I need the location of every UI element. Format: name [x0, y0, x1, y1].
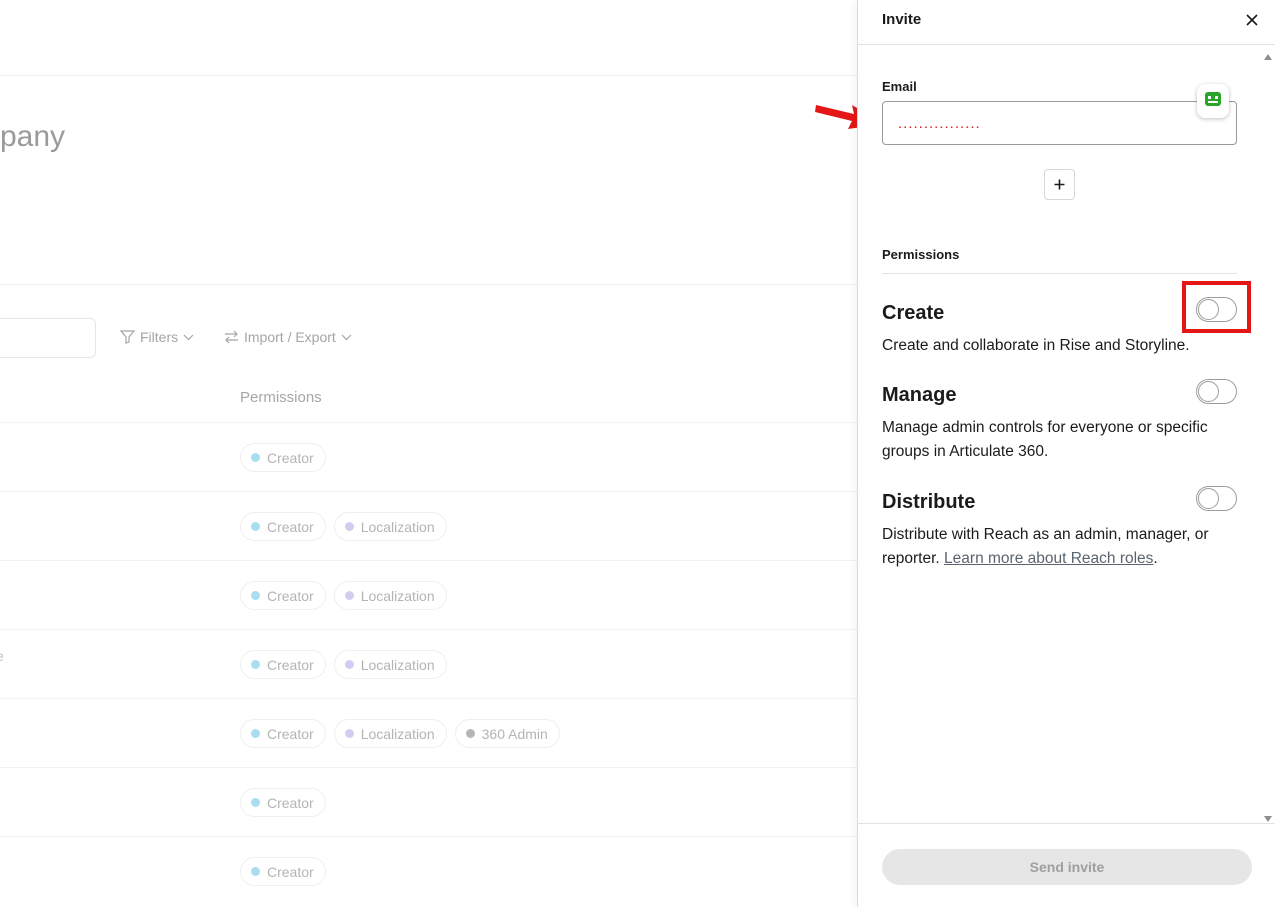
scroll-up-icon: [1263, 48, 1273, 65]
background-page: pany Filters Import / Export Permissions: [0, 0, 857, 907]
send-invite-button[interactable]: Send invite: [882, 849, 1252, 885]
localization-chip: Localization: [333, 581, 447, 610]
email-input[interactable]: [882, 101, 1237, 145]
creator-dot-icon: [251, 660, 260, 669]
highlight-annotation: [1182, 281, 1251, 333]
creator-chip: Creator: [240, 788, 326, 817]
table-row[interactable]: Creator Localization 360 Admin: [0, 698, 857, 767]
creator-dot-icon: [251, 591, 260, 600]
creator-dot-icon: [251, 729, 260, 738]
import-export-label: Import / Export: [244, 329, 336, 345]
localization-dot-icon: [344, 660, 354, 669]
manage-permission-toggle[interactable]: [1196, 379, 1237, 404]
localization-dot-icon: [344, 522, 354, 531]
background-divider: [0, 284, 857, 285]
filters-button[interactable]: Filters: [120, 329, 194, 345]
localization-chip: Localization: [333, 719, 447, 748]
table-row[interactable]: Creator: [0, 767, 857, 836]
email-label: Email: [882, 79, 917, 94]
background-search-input[interactable]: [0, 318, 96, 358]
table-row[interactable]: Creator Localization: [0, 560, 857, 629]
background-topbar: [0, 0, 857, 76]
localization-chip: Localization: [333, 512, 447, 541]
filters-label: Filters: [140, 329, 179, 345]
chevron-down-icon: [183, 334, 194, 341]
360-admin-chip: 360 Admin: [454, 719, 560, 748]
creator-dot-icon: [251, 798, 260, 807]
add-email-button[interactable]: [1044, 169, 1075, 200]
app-window: pany Filters Import / Export Permissions: [0, 0, 1275, 907]
distribute-permission-toggle[interactable]: [1196, 486, 1237, 511]
invite-panel: Invite Email ................ Permission…: [857, 0, 1275, 907]
table-row[interactable]: Creator: [0, 836, 857, 905]
manage-permission-title: Manage: [882, 384, 957, 406]
password-manager-icon: [1204, 91, 1222, 112]
scroll-up-button[interactable]: [1263, 48, 1273, 66]
panel-header: Invite: [858, 0, 1275, 45]
close-button[interactable]: [1241, 11, 1263, 33]
swap-icon: [224, 330, 239, 344]
table-row[interactable]: Creator Localization: [0, 629, 857, 698]
table-row[interactable]: Creator: [0, 422, 857, 491]
import-export-button[interactable]: Import / Export: [224, 329, 352, 345]
creator-dot-icon: [251, 867, 260, 876]
reach-roles-link[interactable]: Learn more about Reach roles: [944, 550, 1153, 567]
table-row[interactable]: Creator Localization: [0, 491, 857, 560]
creator-chip: Creator: [240, 581, 326, 610]
toggle-knob: [1198, 488, 1219, 509]
panel-footer: Send invite: [858, 823, 1275, 907]
creator-dot-icon: [251, 522, 260, 531]
distribute-permission-title: Distribute: [882, 491, 976, 513]
create-permission-description: Create and collaborate in Rise and Story…: [882, 337, 1190, 354]
permissions-heading: Permissions: [882, 247, 960, 262]
creator-chip: Creator: [240, 512, 326, 541]
row-name-fragment: e: [0, 648, 4, 664]
panel-title: Invite: [882, 11, 922, 28]
distribute-permission-description: Distribute with Reach as an admin, manag…: [882, 526, 1209, 567]
creator-chip: Creator: [240, 719, 326, 748]
creator-dot-icon: [251, 453, 260, 462]
company-name: pany: [0, 120, 66, 153]
plus-icon: [1054, 175, 1065, 195]
permissions-column-header: Permissions: [240, 389, 322, 406]
localization-dot-icon: [344, 591, 354, 600]
filter-icon: [120, 330, 135, 344]
permissions-divider: [882, 273, 1237, 274]
manage-permission-description: Manage admin controls for everyone or sp…: [882, 419, 1208, 460]
localization-dot-icon: [344, 729, 354, 738]
chevron-down-icon: [341, 334, 352, 341]
creator-chip: Creator: [240, 857, 326, 886]
close-icon: [1246, 13, 1258, 31]
creator-chip: Creator: [240, 650, 326, 679]
create-permission-title: Create: [882, 302, 945, 324]
password-manager-button[interactable]: [1197, 84, 1229, 118]
localization-chip: Localization: [333, 650, 447, 679]
creator-chip: Creator: [240, 443, 326, 472]
toggle-knob: [1198, 381, 1219, 402]
admin-dot-icon: [465, 729, 475, 738]
